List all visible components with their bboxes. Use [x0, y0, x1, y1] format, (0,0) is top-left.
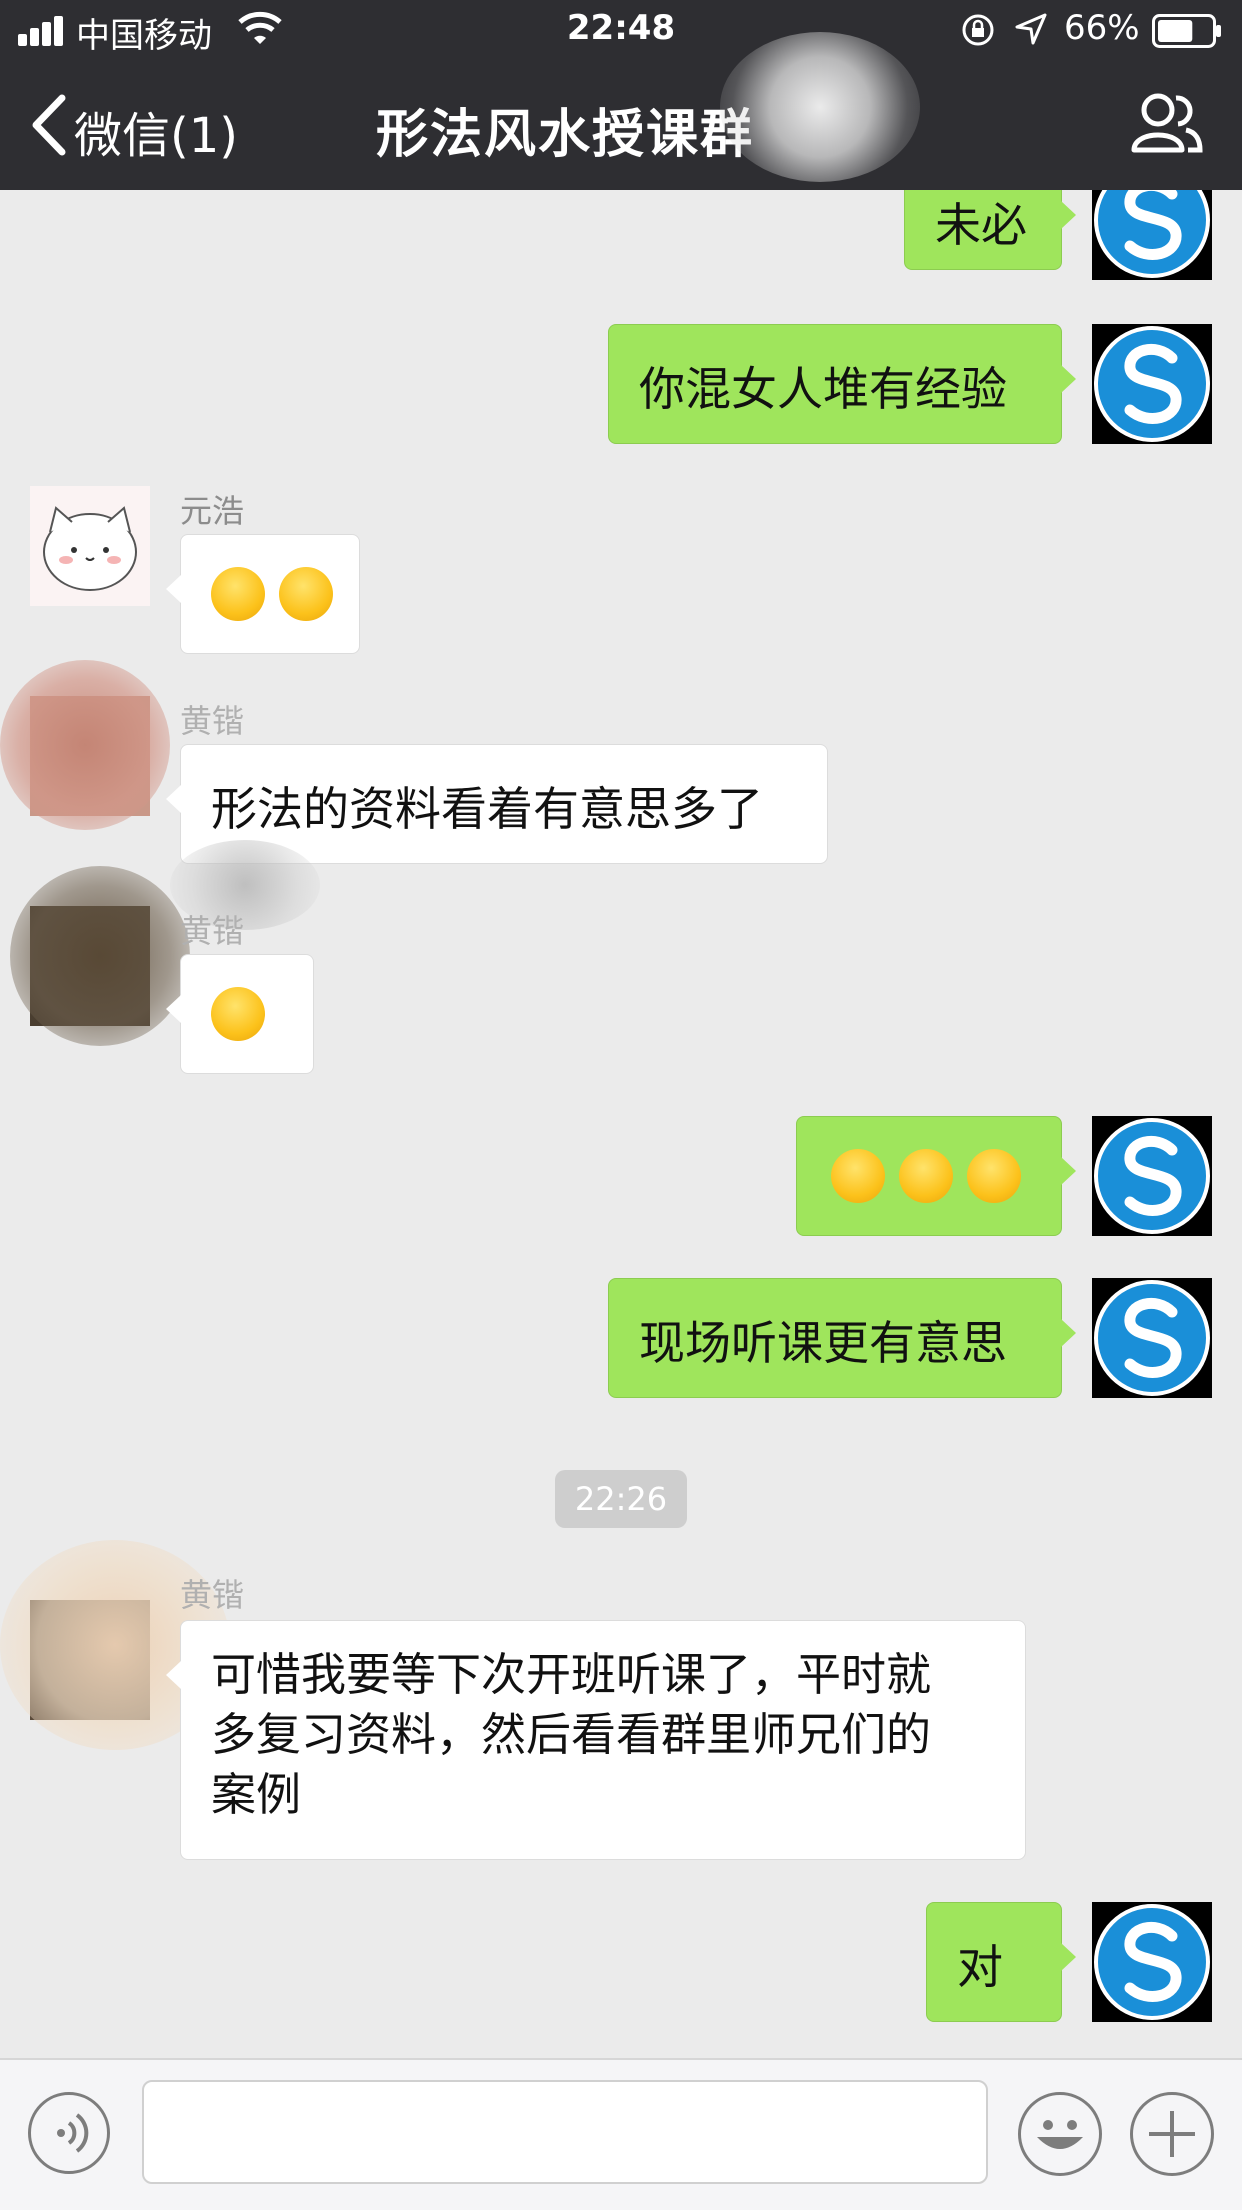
emoji-row — [211, 983, 279, 1041]
message-input[interactable] — [142, 2080, 988, 2184]
navigation-bar: 微信(1) 形法风水授课群 — [0, 32, 1242, 190]
avatar[interactable] — [1092, 324, 1212, 444]
avatar[interactable] — [1092, 1278, 1212, 1398]
avatar[interactable] — [30, 486, 150, 606]
message-text: 现场听课更有意思 — [639, 1316, 1007, 1370]
status-bar: 中国移动 22:48 66% — [0, 0, 1242, 62]
chat-area[interactable]: 未必 你混女人堆有经验 元浩 黄锴 形法的资料看着有意思多了 黄锴 现场听课更有… — [0, 190, 1242, 2058]
battery-percentage: 66% — [1064, 8, 1140, 48]
crying-laughing-emoji-icon — [211, 566, 265, 621]
sender-name: 黄锴 — [180, 702, 245, 740]
emoji-face-icon[interactable] — [1018, 2092, 1102, 2176]
status-time: 22:48 — [566, 8, 676, 48]
message-bubble[interactable] — [796, 1116, 1076, 1236]
sender-name: 黄锴 — [180, 912, 245, 950]
grinning-face-emoji-icon — [899, 1148, 953, 1203]
back-button-label[interactable]: 微信(1) — [74, 96, 238, 166]
battery-icon — [1152, 14, 1221, 48]
message-bubble[interactable]: 你混女人堆有经验 — [608, 324, 1076, 444]
message-bubble[interactable]: 对 — [926, 1902, 1076, 2022]
input-toolbar — [0, 2058, 1242, 2210]
chat-title: 形法风水授课群 — [376, 105, 755, 165]
message-text: 未必 — [935, 198, 1027, 252]
avatar[interactable] — [1092, 1902, 1212, 2022]
message-line: 可惜我要等下次开班听课了，平时就 — [211, 1648, 932, 1701]
hand-over-mouth-emoji-icon — [211, 986, 265, 1041]
message-bubble[interactable] — [166, 954, 314, 1074]
timestamp-divider: 22:26 — [555, 1470, 687, 1528]
message-text: 对 — [957, 1940, 1003, 1994]
avatar[interactable] — [1092, 1116, 1212, 1236]
voice-icon[interactable] — [28, 2092, 110, 2174]
message-bubble[interactable]: 未必 — [904, 190, 1076, 270]
message-text: 形法的资料看着有意思多了 — [211, 782, 763, 836]
message-text: 你混女人堆有经验 — [639, 362, 1007, 416]
top-bar: 中国移动 22:48 66% 微信(1) 形法风水授课群 — [0, 0, 1242, 190]
message-text: 可惜我要等下次开班听课了，平时就 多复习资料，然后看看群里师兄们的 案例 — [211, 1645, 931, 1825]
message-bubble[interactable] — [166, 534, 360, 654]
sender-name: 元浩 — [180, 492, 245, 530]
redaction-smudge — [10, 866, 190, 1046]
message-bubble[interactable]: 可惜我要等下次开班听课了，平时就 多复习资料，然后看看群里师兄们的 案例 — [166, 1620, 1026, 1860]
message-line: 案例 — [211, 1768, 302, 1821]
contacts-icon[interactable] — [1130, 90, 1204, 156]
location-arrow-icon — [1015, 13, 1047, 45]
redaction-smudge — [720, 32, 920, 182]
grinning-face-emoji-icon — [967, 1148, 1021, 1203]
plus-icon[interactable] — [1130, 2092, 1214, 2176]
message-bubble[interactable]: 现场听课更有意思 — [608, 1278, 1076, 1398]
crying-laughing-emoji-icon — [279, 566, 333, 621]
emoji-row — [831, 1145, 1035, 1203]
message-line: 多复习资料，然后看看群里师兄们的 — [211, 1708, 932, 1761]
grinning-face-emoji-icon — [831, 1148, 885, 1203]
back-chevron-icon[interactable] — [26, 92, 70, 158]
orientation-lock-icon — [962, 14, 994, 46]
sender-name: 黄锴 — [180, 1576, 245, 1614]
emoji-row — [211, 563, 347, 621]
redaction-smudge — [0, 660, 170, 830]
avatar[interactable] — [1092, 190, 1212, 280]
